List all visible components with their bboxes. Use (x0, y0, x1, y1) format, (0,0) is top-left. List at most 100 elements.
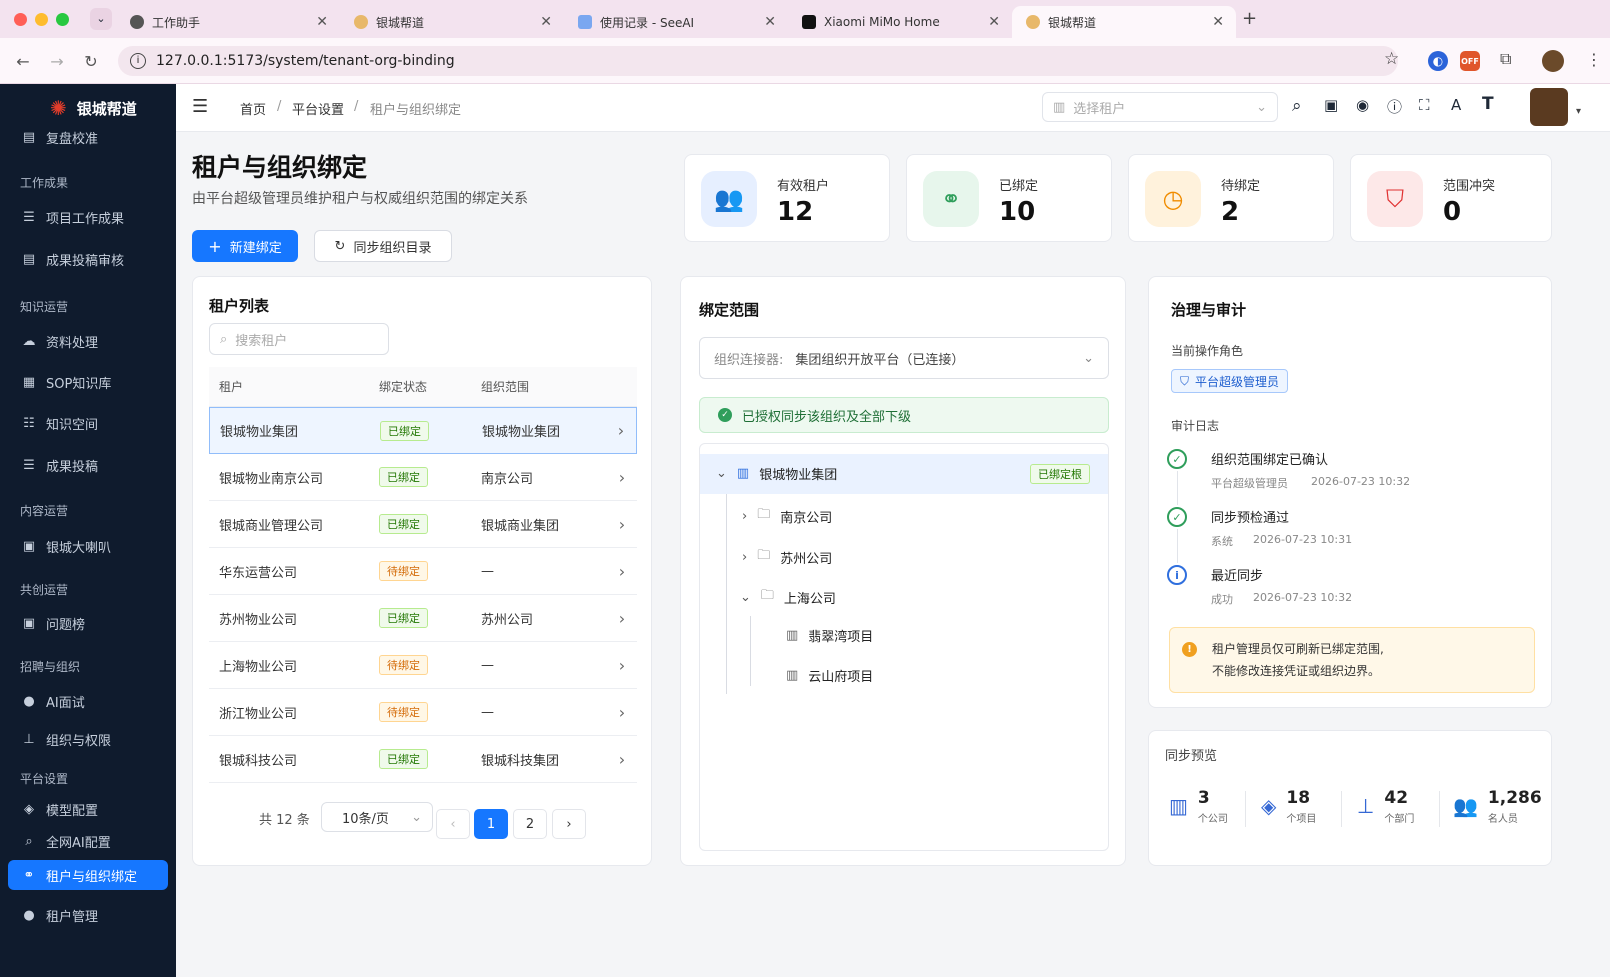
sync-directory-button[interactable]: ↻ 同步组织目录 (314, 230, 452, 262)
sidebar-item[interactable]: ⚭ 租户与组织绑定 (8, 860, 168, 890)
close-icon[interactable]: ✕ (1212, 14, 1224, 30)
new-binding-button[interactable]: + 新建绑定 (192, 230, 298, 262)
close-icon[interactable]: ✕ (316, 14, 328, 30)
plus-icon: + (208, 236, 222, 256)
chevron-right-icon[interactable]: › (607, 656, 637, 675)
chevron-right-icon[interactable]: › (607, 703, 637, 722)
browser-tab[interactable]: 使用记录 - SeeAI ✕ (564, 6, 788, 38)
browser-tab[interactable]: Xiaomi MiMo Home ✕ (788, 6, 1012, 38)
browser-tab[interactable]: 银城帮道 ✕ (340, 6, 564, 38)
message-icon[interactable]: ▣ (1324, 96, 1338, 114)
stat-card-active-tenants: 👥 有效租户 12 (684, 154, 890, 242)
back-icon[interactable]: ← (12, 52, 34, 71)
prev-page-button[interactable]: ‹ (436, 809, 470, 839)
browser-tab-active[interactable]: 银城帮道 ✕ (1012, 6, 1236, 38)
tenant-select[interactable]: ▥ 选择租户 ⌄ (1042, 92, 1278, 122)
sidebar-item[interactable]: ◈ 模型配置 (8, 794, 168, 824)
help-icon[interactable]: ⓘ (1387, 96, 1402, 117)
chevron-right-icon[interactable]: › (606, 421, 636, 440)
extension-off-badge[interactable]: OFF (1460, 51, 1480, 71)
tab-search-chevron-icon[interactable]: ⌄ (90, 8, 112, 30)
caret-down-icon[interactable]: ▾ (1576, 106, 1581, 117)
next-page-button[interactable]: › (552, 809, 586, 839)
profile-avatar[interactable] (1542, 50, 1564, 72)
table-row[interactable]: 银城科技公司 已绑定 银城科技集团 › (209, 736, 637, 783)
window-maximize-button[interactable] (56, 13, 69, 26)
browser-tab-bar: ⌄ 工作助手 ✕ 银城帮道 ✕ 使用记录 - SeeAI ✕ Xiaomi MiMo … (0, 0, 1610, 38)
forward-icon[interactable]: → (46, 52, 68, 71)
sidebar-item[interactable]: ☰ 成果投稿 (8, 450, 168, 480)
table-row[interactable]: 上海物业公司 待绑定 — › (209, 642, 637, 689)
sidebar-item[interactable]: ▤ 成果投稿审核 (8, 244, 168, 274)
close-icon[interactable]: ✕ (764, 14, 776, 30)
github-icon[interactable]: ◉ (1356, 96, 1369, 114)
tree-node-nanjing[interactable]: › 🗀 南京公司 (742, 505, 832, 527)
sidebar-item[interactable]: ☁ 资料处理 (8, 326, 168, 356)
sidebar-item[interactable]: ⊥ 组织与权限 (8, 724, 168, 754)
globe-icon (130, 15, 144, 29)
table-row[interactable]: 银城商业管理公司 已绑定 银城商业集团 › (209, 501, 637, 548)
chevron-right-icon[interactable]: › (742, 509, 747, 524)
page-size-select[interactable]: 10条/页 ⌄ (321, 802, 433, 832)
tree-node-suzhou[interactable]: › 🗀 苏州公司 (742, 546, 832, 568)
table-row[interactable]: 银城物业集团 已绑定 银城物业集团 › (209, 407, 637, 454)
chevron-down-icon[interactable]: ⌄ (740, 590, 751, 605)
table-row[interactable]: 华东运营公司 待绑定 — › (209, 548, 637, 595)
tree-root-node[interactable]: ⌄ ▥ 银城物业集团 (716, 464, 837, 483)
site-info-icon[interactable]: i (130, 53, 146, 69)
window-close-button[interactable] (14, 13, 27, 26)
chevron-right-icon[interactable]: › (607, 468, 637, 487)
table-row[interactable]: 浙江物业公司 待绑定 — › (209, 689, 637, 736)
sidebar-item[interactable]: ▣ 问题榜 (8, 608, 168, 638)
building-icon: ▥ (786, 628, 799, 643)
bookmark-star-icon[interactable]: ☆ (1384, 49, 1399, 69)
sidebar-item[interactable]: ● 租户管理 (8, 900, 168, 930)
table-row[interactable]: 苏州物业公司 已绑定 苏州公司 › (209, 595, 637, 642)
table-header: 租户 绑定状态 组织范围 (209, 367, 637, 407)
reload-icon[interactable]: ↻ (80, 52, 102, 71)
page-2-button[interactable]: 2 (513, 809, 547, 839)
sidebar-item[interactable]: ▤ 复盘校准 (8, 122, 168, 152)
menu-fold-icon[interactable]: ☰ (192, 96, 208, 117)
sidebar-item[interactable]: ☷ 知识空间 (8, 408, 168, 438)
sidebar-group-label: 内容运营 (20, 504, 69, 518)
browser-menu-icon[interactable]: ⋮ (1586, 50, 1602, 69)
sidebar-item[interactable]: ☰ 项目工作成果 (8, 202, 168, 232)
chevron-right-icon[interactable]: › (607, 515, 637, 534)
fullscreen-icon[interactable]: ⛶ (1419, 96, 1430, 114)
chevron-right-icon[interactable]: › (742, 550, 747, 565)
log-time: 2026-07-23 10:32 (1253, 591, 1353, 604)
breadcrumb-platform[interactable]: 平台设置 (292, 99, 344, 118)
address-bar[interactable]: i 127.0.0.1:5173/system/tenant-org-bindi… (118, 46, 1398, 76)
user-avatar[interactable] (1530, 88, 1568, 126)
tree-node-feicuiwan[interactable]: ▥ 翡翠湾项目 (786, 626, 873, 645)
menu-item-icon: ● (23, 907, 35, 923)
breadcrumb-home[interactable]: 首页 (240, 99, 266, 118)
tree-node-yunshanfu[interactable]: ▥ 云山府项目 (786, 666, 873, 685)
new-tab-icon[interactable]: + (1242, 8, 1257, 29)
extensions-puzzle-icon[interactable]: ⧉ (1500, 49, 1511, 69)
chevron-right-icon[interactable]: › (607, 609, 637, 628)
connector-select[interactable]: 组织连接器: 集团组织开放平台（已连接） ⌄ (699, 337, 1109, 379)
sidebar-item[interactable]: ⌕ 全网AI配置 (8, 826, 168, 856)
table-row[interactable]: 银城物业南京公司 已绑定 南京公司 › (209, 454, 637, 501)
chevron-down-icon[interactable]: ⌄ (716, 466, 727, 481)
tree-node-shanghai[interactable]: ⌄ 🗀 上海公司 (740, 586, 836, 608)
page-1-button[interactable]: 1 (474, 809, 508, 839)
chevron-right-icon[interactable]: › (607, 562, 637, 581)
window-minimize-button[interactable] (35, 13, 48, 26)
tenant-list-title: 租户列表 (209, 297, 270, 315)
search-icon[interactable]: ⌕ (1292, 96, 1302, 116)
sidebar-item[interactable]: ● AI面试 (8, 686, 168, 716)
close-icon[interactable]: ✕ (988, 14, 1000, 30)
browser-tab[interactable]: 工作助手 ✕ (116, 6, 340, 38)
top-bar: ☰ 首页 / 平台设置 / 租户与组织绑定 ▥ 选择租户 ⌄ ⌕ ▣ ◉ ⓘ ⛶… (176, 84, 1610, 132)
chevron-right-icon[interactable]: › (607, 750, 637, 769)
sidebar-item[interactable]: ▦ SOP知识库 (8, 367, 168, 397)
translate-icon[interactable]: A (1451, 96, 1461, 114)
tenant-search-input[interactable]: ⌕ 搜索租户 (209, 323, 389, 355)
sidebar-item[interactable]: ▣ 银城大喇叭 (8, 531, 168, 561)
close-icon[interactable]: ✕ (540, 14, 552, 30)
extension-icon[interactable]: ◐ (1428, 51, 1448, 71)
font-size-icon[interactable]: T (1482, 94, 1494, 114)
